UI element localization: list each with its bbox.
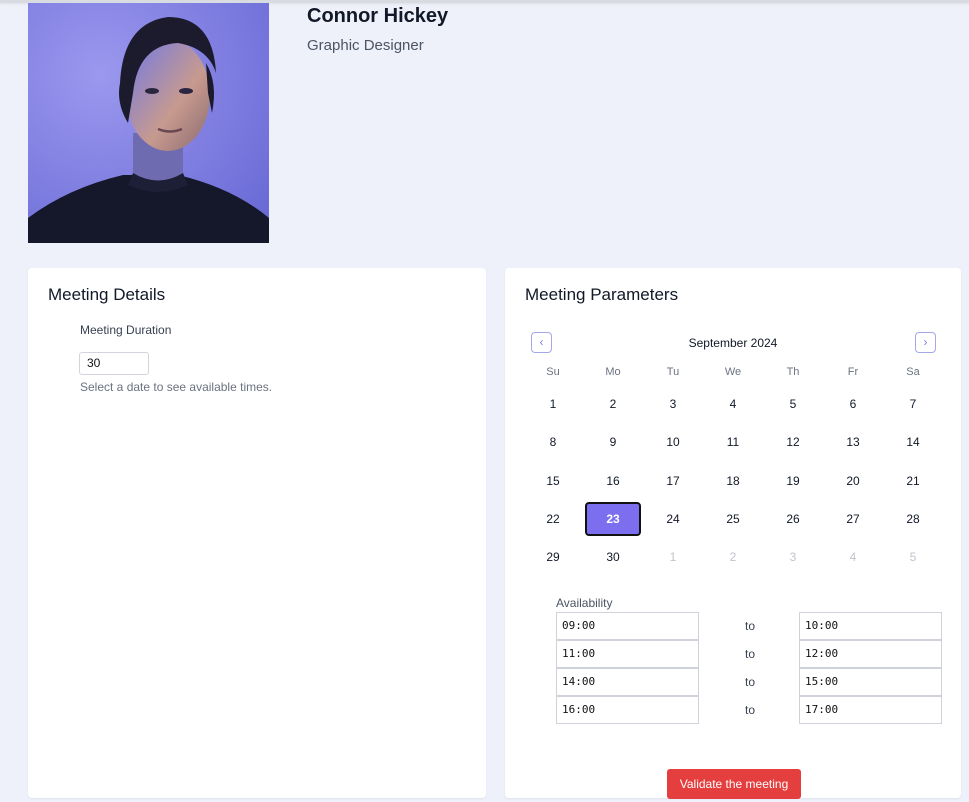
chevron-right-icon: ›: [923, 335, 928, 349]
weekday-header: Fr: [847, 366, 859, 378]
calendar-month-label: September 2024: [688, 336, 778, 350]
calendar-day[interactable]: 22: [525, 502, 581, 536]
calendar-day-next-month: 3: [789, 550, 797, 564]
calendar-day[interactable]: 13: [825, 425, 881, 459]
calendar-day[interactable]: 25: [705, 502, 761, 536]
calendar-day[interactable]: 5: [765, 387, 821, 421]
calendar-day[interactable]: 15: [525, 464, 581, 498]
profile-role: Graphic Designer: [307, 37, 424, 54]
meeting-details-card: Meeting Details Meeting Duration 30 Sele…: [28, 268, 486, 798]
calendar-day[interactable]: 24: [645, 502, 701, 536]
weekday-header: Tu: [666, 366, 680, 378]
weekday-header: Th: [786, 366, 800, 378]
to-label: to: [744, 647, 755, 661]
calendar-day[interactable]: 1: [525, 387, 581, 421]
calendar-day[interactable]: 27: [825, 502, 881, 536]
calendar-day[interactable]: 2: [585, 387, 641, 421]
calendar-day[interactable]: 20: [825, 464, 881, 498]
availability-label: Availability: [556, 596, 613, 610]
profile-name: Connor Hickey: [307, 5, 449, 27]
calendar-day[interactable]: 30: [585, 540, 641, 574]
calendar-day-selected[interactable]: 23: [585, 502, 641, 536]
calendar-day[interactable]: 16: [585, 464, 641, 498]
to-label: to: [744, 703, 755, 717]
select-date-hint: Select a date to see available times.: [80, 380, 273, 394]
calendar-day[interactable]: 17: [645, 464, 701, 498]
meeting-details-title: Meeting Details: [48, 285, 166, 304]
calendar-day-next-month: 4: [849, 550, 857, 564]
calendar-day[interactable]: 26: [765, 502, 821, 536]
calendar-day-next-month: 1: [669, 550, 677, 564]
availability-end-time[interactable]: 12:00: [799, 640, 942, 668]
calendar-day[interactable]: 7: [885, 387, 941, 421]
meeting-parameters-card: Meeting Parameters ‹ September 2024 › Su…: [505, 268, 961, 799]
meeting-duration-label: Meeting Duration: [80, 323, 172, 337]
chevron-left-icon: ‹: [539, 335, 544, 349]
calendar-day[interactable]: 8: [525, 425, 581, 459]
calendar-day[interactable]: 18: [705, 464, 761, 498]
to-label: to: [744, 619, 755, 633]
availability-start-time[interactable]: 11:00: [556, 640, 699, 668]
calendar-day[interactable]: 10: [645, 425, 701, 459]
calendar-day[interactable]: 9: [585, 425, 641, 459]
weekday-header: Sa: [906, 366, 920, 378]
profile-photo: [28, 3, 269, 243]
calendar-day[interactable]: 11: [705, 425, 761, 459]
availability-start-time[interactable]: 16:00: [556, 696, 699, 724]
validate-meeting-button[interactable]: Validate the meeting: [667, 769, 801, 799]
weekday-header: Su: [546, 366, 560, 378]
calendar-day[interactable]: 19: [765, 464, 821, 498]
meeting-parameters-title: Meeting Parameters: [525, 285, 679, 304]
calendar-day[interactable]: 12: [765, 425, 821, 459]
calendar-day[interactable]: 21: [885, 464, 941, 498]
weekday-header: We: [724, 366, 742, 378]
calendar-day[interactable]: 28: [885, 502, 941, 536]
availability-end-time[interactable]: 15:00: [799, 668, 942, 696]
availability-end-time[interactable]: 17:00: [799, 696, 942, 724]
to-label: to: [744, 675, 755, 689]
weekday-header: Mo: [605, 366, 621, 378]
meeting-duration-input[interactable]: 30: [79, 352, 149, 375]
calendar-day-next-month: 2: [729, 550, 737, 564]
calendar-day[interactable]: 29: [525, 540, 581, 574]
availability-start-time[interactable]: 14:00: [556, 668, 699, 696]
calendar-day-next-month: 5: [909, 550, 917, 564]
calendar-day[interactable]: 4: [705, 387, 761, 421]
calendar-day[interactable]: 3: [645, 387, 701, 421]
availability-start-time[interactable]: 09:00: [556, 612, 699, 640]
previous-month-button[interactable]: ‹: [531, 332, 552, 353]
calendar-day[interactable]: 14: [885, 425, 941, 459]
next-month-button[interactable]: ›: [915, 332, 936, 353]
calendar-day[interactable]: 6: [825, 387, 881, 421]
availability-end-time[interactable]: 10:00: [799, 612, 942, 640]
